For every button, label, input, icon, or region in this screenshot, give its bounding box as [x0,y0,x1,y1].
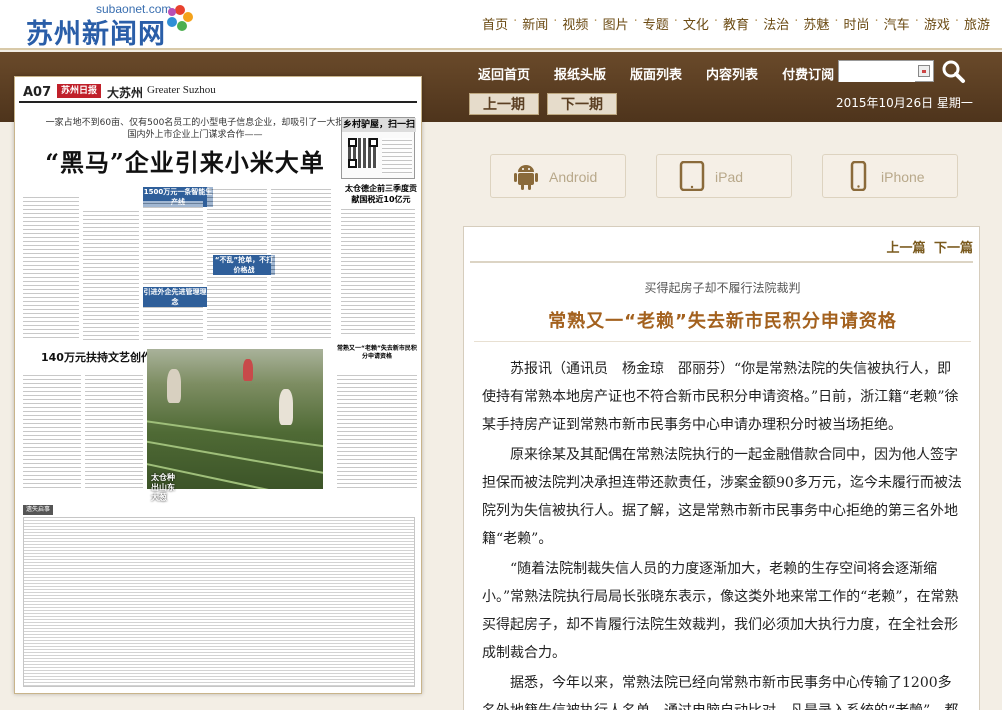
qr-corner [348,159,357,168]
side-story-headline[interactable]: 常熟又一“老赖”失去新市民积分申请资格 [337,345,417,365]
article-panel: 上一篇 下一篇 买得起房子却不履行法院裁判 常熟又一“老赖”失去新市民积分申请资… [463,226,980,710]
top-nav-item[interactable]: 教育 [723,14,749,33]
nav-separator: · [713,14,719,29]
news-photo[interactable] [147,349,323,489]
android-icon [514,165,538,190]
main-nav: 返回首页 报纸头版 版面列表 内容列表 付费订阅 [478,64,858,83]
article-title: 常熟又一“老赖”失去新市民积分申请资格 [548,311,897,332]
search-input[interactable] [839,62,915,82]
nav-content-list[interactable]: 内容列表 [706,64,758,83]
nav-separator: · [593,14,598,29]
text-column [83,209,139,341]
nav-page-list[interactable]: 版面列表 [630,64,682,83]
top-header: subaonet.com 苏州新闻网 首页 · 新闻 · 视频 · 图片 · 专题 · 文化 · 教育 ·… [0,0,1002,50]
qr-corner [348,138,357,147]
article-body: 苏报讯（通讯员 杨金琼 邵丽芬）“你是常熟法院的失信被执行人，即使持有常熟本地房… [482,355,962,710]
current-date: 2015年10月26日 星期一 [836,96,973,110]
next-issue-button[interactable]: 下一期 [547,93,617,115]
page-section-en: Greater Suzhou [147,84,216,96]
prev-article-link[interactable]: 上一篇 [886,241,925,256]
page-number: A07 [23,85,52,100]
text-column [271,187,331,341]
text-column [337,373,417,491]
site-logo[interactable]: subaonet.com 苏州新闻网 [26,2,193,50]
feature-headline[interactable]: 140万元扶持文艺创作 [41,349,152,365]
iphone-icon [850,161,867,191]
ipad-icon [679,161,705,191]
android-app-button[interactable]: Android [490,154,626,198]
top-nav-item[interactable]: 文化 [683,14,709,33]
photo-person [243,359,253,381]
nav-separator: · [553,14,558,29]
classified-ads-block [23,517,415,687]
ipad-label: iPad [715,169,744,185]
article-paragraph: “随着法院制裁失信人员的力度逐渐加大，老赖的生存空间将会逐渐缩小。”常熟法院执行… [482,561,959,661]
page-section: 大苏州 [107,86,144,100]
scan-box[interactable]: 乡村驴屋，扫一扫 [341,117,416,179]
nav-separator: · [633,14,638,29]
nav-separator: · [954,14,959,29]
top-nav-item[interactable]: 旅游 [964,14,990,33]
prev-issue-button[interactable]: 上一期 [469,93,539,115]
page-header: A07 苏州日报 大苏州 Greater Suzhou [19,81,417,103]
top-nav-item[interactable]: 首页 [482,14,508,33]
text-column [143,201,203,341]
nav-separator: · [513,14,518,29]
top-nav-item[interactable]: 图片 [603,14,629,33]
article-paragraph: 原来徐某及其配偶在常熟法院执行的一起金融借款合同中，因为他人签字担保而被法院判决… [482,447,962,547]
side-headline[interactable]: 太仓德企前三季度贡献国税近10亿元 [345,183,417,205]
top-nav-item[interactable]: 汽车 [884,14,910,33]
next-article-link[interactable]: 下一篇 [934,241,973,256]
notice-label: 遗失启事 [23,505,53,515]
top-nav-item[interactable]: 时尚 [844,14,870,33]
top-nav-item[interactable]: 法治 [763,14,789,33]
nav-separator: · [794,14,799,29]
ipad-app-button[interactable]: iPad [656,154,792,198]
text-column [23,195,79,341]
paper-logo: 苏州日报 [57,84,101,98]
nav-separator: · [914,14,919,29]
android-label: Android [549,169,598,185]
photo-caption: 太仓种出山东大葱 [151,473,175,502]
top-nav-item[interactable]: 专题 [643,14,669,33]
newspaper-page-image[interactable]: A07 苏州日报 大苏州 Greater Suzhou 一家占地不到60亩、仅有… [14,76,422,694]
site-name: 苏州新闻网 [26,19,166,50]
story-tag: 引进外企先进管理理念 [143,287,207,307]
search-box [838,60,934,82]
iphone-label: iPhone [881,169,925,185]
nav-separator: · [874,14,879,29]
top-nav-item[interactable]: 苏魅 [803,14,829,33]
article-pretitle: 买得起房子却不履行法院裁判 [644,281,801,295]
search-icon[interactable] [940,58,966,84]
text-column [341,207,415,337]
text-column [23,373,81,491]
scan-box-text [382,138,412,174]
nav-separator: · [673,14,678,29]
nav-separator: · [754,14,759,29]
divider [470,261,973,263]
nav-separator: · [834,14,839,29]
nav-subscribe[interactable]: 付费订阅 [782,64,834,83]
article-paragraph: 据悉，今年以来，常熟法院已经向常熟市新市民事务中心传输了1200多名外地籍失信被… [482,675,958,710]
article-paragraph: 苏报讯（通讯员 杨金琼 邵丽芬）“你是常熟法院的失信被执行人，即使持有常熟本地房… [482,361,959,433]
story-tag: “不乱”抢单，不打价格战 [213,255,275,275]
top-nav-item[interactable]: 新闻 [522,14,548,33]
scan-box-title: 乡村驴屋，扫一扫 [342,118,416,132]
qr-corner [369,138,378,147]
text-column [85,373,143,491]
page-headline[interactable]: “黑马”企业引来小米大单 [35,143,335,178]
photo-person [167,369,181,403]
top-nav-item[interactable]: 视频 [562,14,588,33]
nav-front-page[interactable]: 报纸头版 [554,64,606,83]
iphone-app-button[interactable]: iPhone [822,154,958,198]
top-nav-item[interactable]: 游戏 [924,14,950,33]
logo-flower-icon [167,5,193,31]
top-nav: 首页 · 新闻 · 视频 · 图片 · 专题 · 文化 · 教育 · 法治 · 苏魅 · 时尚 · 汽车 · 游戏 · 旅游 [482,14,990,33]
page-subheadline[interactable]: 一家占地不到60亩、仅有500名员工的小型电子信息企业，却吸引了一大批国内外上市… [45,117,345,141]
photo-person [279,389,293,425]
nav-home[interactable]: 返回首页 [478,64,530,83]
calendar-icon[interactable] [918,65,930,77]
divider [474,341,971,342]
article-nav: 上一篇 下一篇 [886,237,973,256]
